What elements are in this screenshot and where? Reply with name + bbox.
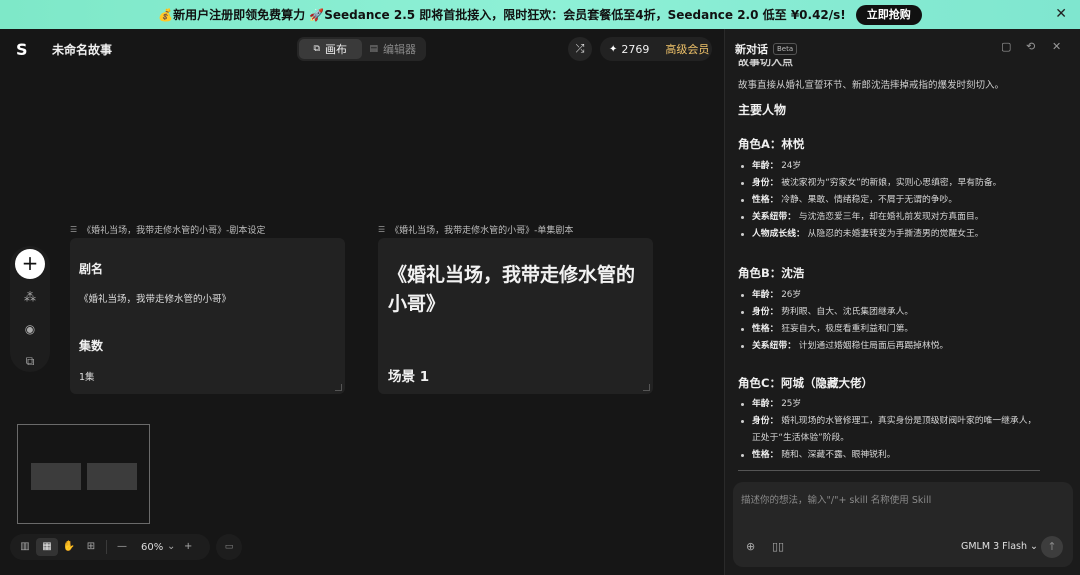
list-item: 性格： 随和、深藏不露、眼神锐利。 <box>738 447 1038 464</box>
chat-panel: 新对话 Beta ▢ ⟲ ✕ 故事切入点 故事直接从婚礼宣誓环节、新郎沈浩摔掉戒… <box>724 29 1080 575</box>
character-icon[interactable]: ◉ <box>21 320 39 338</box>
credits-count: 2769 <box>621 42 650 56</box>
role-list: 年龄： 24岁 身份： 被沈家视为“穷家女”的新娘，实则心思缜密，早有防备。 性… <box>738 158 1038 243</box>
film-icon: ▤ <box>369 44 378 54</box>
field-episodes-label: 集数 <box>79 339 104 353</box>
list-item: 性格： 狂妄自大，极度看重利益和门第。 <box>738 321 1038 338</box>
intro-text: 故事直接从婚礼宣誓环节、新郎沈浩摔掉戒指的爆发时刻切入。 <box>738 80 1005 91</box>
history-icon[interactable]: ⟲ <box>1026 40 1035 53</box>
mode-switch: ⧉ 画布 ▤ 编辑器 <box>297 37 426 61</box>
beta-badge: Beta <box>773 43 798 55</box>
keyboard-icon[interactable]: ▭ <box>216 534 242 560</box>
promo-text: 💰新用户注册即领免费算力 🚀Seedance 2.5 即将首批接入，限时狂欢：会… <box>158 8 846 22</box>
app: S 未命名故事 ⧉ 画布 ▤ 编辑器 ⤮ ✦ 2769 高级会员 + ⁂ ◉ ⧉ <box>0 29 1080 575</box>
list-item: 年龄： 24岁 <box>738 158 1038 175</box>
model-select[interactable]: GMLM 3 Flash ⌄ <box>961 541 1038 552</box>
episode-heading: 《婚礼当场，我带走修水管的小哥》 <box>388 264 636 315</box>
promo-banner: 💰新用户注册即领免费算力 🚀Seedance 2.5 即将首批接入，限时狂欢：会… <box>0 0 1080 29</box>
share-button[interactable]: ⤮ <box>568 37 592 61</box>
divider <box>106 540 107 554</box>
role-heading: 角色C：阿城（隐藏大佬） <box>738 376 873 390</box>
tab-editor-label: 编辑器 <box>383 43 416 56</box>
minimap-node <box>87 463 137 490</box>
field-title-value[interactable]: 《婚礼当场，我带走修水管的小哥》 <box>79 291 231 305</box>
logo[interactable]: S <box>16 40 32 59</box>
scene-heading: 场景 1 <box>388 369 430 385</box>
episode-script-card[interactable]: 《婚礼当场，我带走修水管的小哥》 场景 1 <box>378 238 653 394</box>
tool-column: + ⁂ ◉ ⧉ <box>10 246 50 372</box>
map-icon[interactable]: ▦ <box>36 538 58 556</box>
fit-icon[interactable]: ⊞ <box>80 538 102 556</box>
close-banner-icon[interactable]: ✕ <box>1055 6 1067 22</box>
diamond-icon: ✦ <box>609 43 618 55</box>
project-title[interactable]: 未命名故事 <box>52 41 112 58</box>
list-item: 年龄： 26岁 <box>738 287 1038 304</box>
role-heading: 角色B：沈浩 <box>738 266 805 280</box>
assets-icon[interactable]: ⧉ <box>21 352 39 370</box>
add-node-button[interactable]: + <box>15 249 45 279</box>
tab-canvas[interactable]: ⧉ 画布 <box>299 39 362 59</box>
list-item: 身份： 势利眼、自大、沈氏集团继承人。 <box>738 304 1038 321</box>
zoom-level[interactable]: 60% <box>141 542 163 553</box>
nodes-icon[interactable]: ⁂ <box>21 288 39 306</box>
chat-messages: 故事切入点 故事直接从婚礼宣誓环节、新郎沈浩摔掉戒指的爆发时刻切入。 主要人物 … <box>738 59 1068 469</box>
list-item: 人物成长线： 从隐忍的未婚妻转变为手撕渣男的觉醒女王。 <box>738 226 1038 243</box>
share-icon: ⤮ <box>575 42 585 55</box>
list-item: 关系纽带： 与沈浩恋爱三年，却在婚礼前发现对方真面目。 <box>738 209 1038 226</box>
episode-card-label: ☰ 《婚礼当场，我带走修水管的小哥》-单集剧本 <box>378 223 573 236</box>
zoom-out-button[interactable]: — <box>111 538 133 556</box>
chat-input[interactable]: 描述你的想法，输入"/"+ skill 名称使用 Skill ⊕ ▯▯ GMLM… <box>733 482 1073 567</box>
list-item: 年龄： 25岁 <box>738 396 1038 413</box>
script-setting-card[interactable]: 剧名 《婚礼当场，我带走修水管的小哥》 集数 1集 <box>70 238 345 394</box>
list-item: 关系纽带： 计划通过婚姻稳住局面后再踢掉林悦。 <box>738 338 1038 355</box>
doc-lines-icon: ☰ <box>378 225 386 234</box>
cut-in-heading: 故事切入点 <box>738 59 793 68</box>
role-heading: 角色A：林悦 <box>738 137 805 151</box>
book-icon[interactable]: ▯▯ <box>772 540 784 553</box>
list-item: 身份： 被沈家视为“穷家女”的新娘，实则心思缜密，早有防备。 <box>738 175 1038 192</box>
role-list: 年龄： 25岁 身份： 婚礼现场的水管修理工，真实身份是顶级财阀叶家的唯一继承人… <box>738 396 1038 464</box>
minimap-node <box>31 463 81 490</box>
setting-card-title: 《婚礼当场，我带走修水管的小哥》-剧本设定 <box>82 226 266 236</box>
role-list: 年龄： 26岁 身份： 势利眼、自大、沈氏集团继承人。 性格： 狂妄自大，极度看… <box>738 287 1038 355</box>
layout-icon[interactable]: ▥ <box>14 538 36 556</box>
chevron-down-icon[interactable]: ⌄ <box>165 538 177 556</box>
vip-link[interactable]: 高级会员 <box>665 41 709 57</box>
minimap[interactable] <box>17 424 150 524</box>
list-item: 身份： 婚礼现场的水管修理工，真实身份是顶级财阀叶家的唯一继承人，正处于“生活体… <box>738 413 1038 447</box>
zoom-in-button[interactable]: + <box>177 538 199 556</box>
panel-header: 新对话 Beta <box>735 41 798 57</box>
canvas-toolbar: ▥ ▦ ✋ ⊞ — 60% ⌄ + <box>10 534 210 560</box>
field-episodes-value[interactable]: 1集 <box>79 369 95 383</box>
hand-icon[interactable]: ✋ <box>58 538 80 556</box>
field-title-label: 剧名 <box>79 262 104 276</box>
canvas-area: S 未命名故事 ⧉ 画布 ▤ 编辑器 ⤮ ✦ 2769 高级会员 + ⁂ ◉ ⧉ <box>0 29 724 575</box>
divider <box>738 470 1040 471</box>
tab-canvas-label: 画布 <box>324 43 347 56</box>
setting-card-label: ☰ 《婚礼当场，我带走修水管的小哥》-剧本设定 <box>70 223 265 236</box>
add-icon[interactable]: ⊕ <box>746 540 755 553</box>
panel-title: 新对话 <box>735 43 768 56</box>
tab-editor[interactable]: ▤ 编辑器 <box>362 39 425 59</box>
list-item: 性格： 冷静、果敢、情绪稳定，不屑于无谓的争吵。 <box>738 192 1038 209</box>
new-chat-icon[interactable]: ▢ <box>1001 40 1011 53</box>
close-panel-icon[interactable]: ✕ <box>1052 40 1061 53</box>
resize-handle[interactable] <box>335 384 342 391</box>
canvas-icon: ⧉ <box>313 44 320 54</box>
doc-lines-icon: ☰ <box>70 225 78 234</box>
send-button[interactable]: ↑ <box>1041 536 1063 558</box>
section-heading: 主要人物 <box>738 103 787 117</box>
buy-now-button[interactable]: 立即抢购 <box>855 4 922 25</box>
resize-handle[interactable] <box>643 384 650 391</box>
episode-card-title: 《婚礼当场，我带走修水管的小哥》-单集剧本 <box>390 226 574 236</box>
credits-badge[interactable]: ✦ 2769 高级会员 <box>600 37 712 61</box>
input-placeholder[interactable]: 描述你的想法，输入"/"+ skill 名称使用 Skill <box>741 492 931 506</box>
